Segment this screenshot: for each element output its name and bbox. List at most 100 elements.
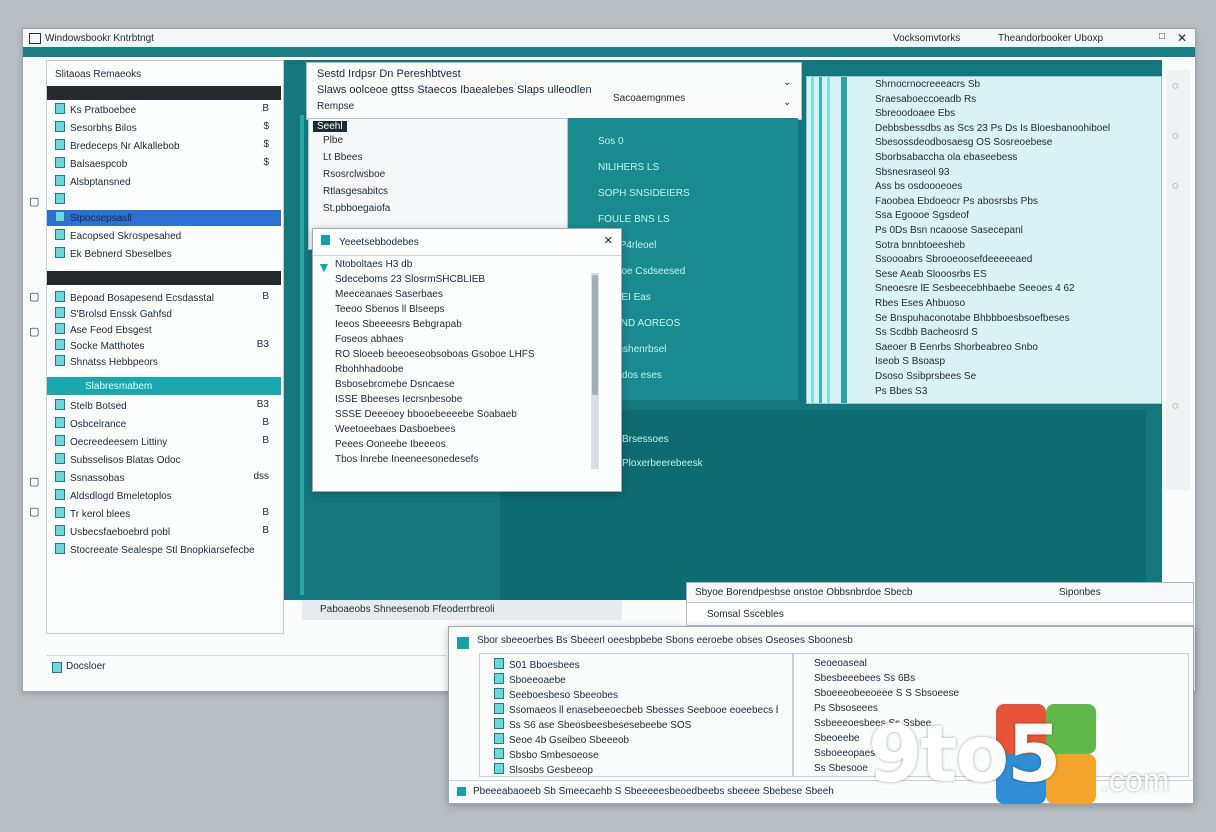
close-icon[interactable]: ✕ [1177,31,1187,45]
dialog-line-label: Teeoo Sbenos ll Blseeps [335,304,445,315]
right-panel-line: Ass bs osdoooeoes [875,181,1145,196]
dropdown-line2: Slaws oolceoe gttss Staecos Ibaealebes S… [317,84,592,96]
sidebar-item-label: Sltplhesbor [70,195,121,206]
dialog-line[interactable]: Foseos abhaes [335,334,579,349]
dialog-scrollbar[interactable] [591,273,599,469]
sidebar-item[interactable]: Balsaespcob $ [55,157,273,172]
bottom-left-item[interactable]: Ss S6 ase Sbeosbeesbesesebeebe SOS [494,718,778,733]
dialog-line[interactable]: SSSE Deeeoey bbooebeeeebe Soabaeb [335,409,579,424]
bottom-right-item-label: Sboeeeobeeoeee S S Sbsoeese [814,688,960,699]
bottom-right-item-label: Sbesbeeebees Ss 6Bs [814,673,916,684]
sidebar-item-value: B [262,103,269,114]
dialog-line[interactable]: Bsbosebrcmebe Dsncaese [335,379,579,394]
sidebar-item[interactable]: Osbcelrance B [55,417,273,432]
sidebar-item[interactable]: Sltplhesbor [55,193,273,208]
teal-line-label: NILIHERS LS [598,162,660,173]
mid-list-item[interactable]: Rtlasgesabitcs [323,186,547,201]
sidebar-item[interactable]: Usbecsfaeboebrd pobl B [55,525,273,540]
sidebar-item[interactable]: Alsbptansned [55,175,273,190]
mid-list-item[interactable]: Rsosrclwsboe [323,169,547,184]
right-panel-line: Ss Scdbb Bacheosrd S [875,327,1145,342]
bottom-left-item[interactable]: Slsosbs Gesbeeop [494,763,778,778]
sidebar-item[interactable]: Ek Bebnerd Sbeselbes [55,247,273,262]
sidebar-item-value: dss [253,471,269,482]
chevron-down-icon[interactable]: ⌄ [783,77,791,88]
dialog-line[interactable]: Rbohhhadoobe [335,364,579,379]
sidebar-item[interactable]: Sesorbhs Bilos $ [55,121,273,136]
sidebar-item[interactable]: Eacopsed Skrospesahed [55,229,273,244]
dialog-line[interactable]: Tbos Inrebe Ineeneesonedesefs [335,454,579,469]
left-toolstrip: ▢ ▢ ▢ ▢ ▢ [24,60,44,620]
dialog-line-label: Meeceanaes Saserbaes [335,289,443,300]
sidebar-item[interactable]: Ks Pratboebee B [55,103,273,118]
right-panel-line-label: Debbsbessdbs as Scs 23 Ps Ds Is Bloesban… [875,122,1111,134]
bottom-right-item[interactable]: Sbesbeeebees Ss 6Bs [814,673,1178,688]
tool-icon-r4[interactable]: ◌ [1172,400,1179,412]
dialog-line[interactable]: Sdeceboms 23 SlosrmSHCBLIEB [335,274,579,289]
mid-tab[interactable]: Seehl [313,121,347,132]
bottom-left-item[interactable]: Ssomaeos ll enasebeeoecbeb Sbesses Seebo… [494,703,778,718]
sidebar-item[interactable]: Subsselisos Blatas Odoc [55,453,273,468]
dialog-title: Yeeetsebbodebes [339,237,419,248]
dialog-line[interactable]: Teeoo Sbenos ll Blseeps [335,304,579,319]
tool-icon-4[interactable]: ▢ [29,475,39,488]
sidebar-item[interactable]: Bredeceps Nr Alkallebob $ [55,139,273,154]
mid-list-item[interactable]: Lt Bbees [323,152,547,167]
maximize-icon[interactable]: □ [1159,31,1165,42]
dialog-line-label: Ieeos Sbeeeesrs Bebgrapab [335,319,462,330]
sidebar-item-value: B [262,525,269,536]
mid-list-item[interactable]: St.pbboegaiofa [323,203,547,218]
dialog: Yeeetsebbodebes ✕ ▼ Ntoboltaes H3 db Sdec… [312,228,622,492]
dialog-line[interactable]: Meeceanaes Saserbaes [335,289,579,304]
bottom-subtitle: Somsal Sscebles [707,609,784,620]
bottom-right-item[interactable]: Seoeoaseal [814,658,1178,673]
logo-suffix: .com [1100,762,1170,798]
sidebar-item[interactable]: Bepoad Bosapesend Ecsdasstal B [55,291,273,306]
dialog-line[interactable]: Ntoboltaes H3 db [335,259,579,274]
sidebar-item[interactable]: Stelb Botsed B3 [55,399,273,414]
dialog-line[interactable]: Weetoeebaes Dasboebees [335,424,579,439]
sidebar-item[interactable]: Stocreeate Sealespe Stl Bnopkiarsefecbe [55,543,273,558]
tool-icon-r3[interactable]: ◌ [1172,180,1179,192]
sidebar-item[interactable]: S'Brolsd Enssk Gahfsd [55,307,273,322]
sidebar-item[interactable]: Shnatss Hebbpeors [55,355,273,370]
tool-icon-5[interactable]: ▢ [29,505,39,518]
right-panel-line: Sborbsabaccha ola ebaseebess [875,152,1145,167]
dialog-line[interactable]: RO Sloeeb beeoeseobsoboas Gsoboe LHFS [335,349,579,364]
item-icon [55,247,65,258]
sidebar-item[interactable]: Oecreedeesem Littiny B [55,435,273,450]
sidebar-item[interactable]: Stpocsepsasll [55,211,273,226]
sidebar-item[interactable]: Ssnassobas dss [55,471,273,486]
tool-icon-r1[interactable]: ◌ [1172,80,1179,92]
sidebar-item[interactable]: Ase Feod Ebsgest [55,323,273,338]
chevron-down-icon-2[interactable]: ⌄ [783,97,791,108]
dialog-line[interactable]: Peees Ooneebe Ibeeeos [335,439,579,454]
right-panel-stripe-1 [811,77,814,403]
item-icon [55,291,65,302]
bottom-left-item[interactable]: Seoe 4b Gseibeo Sbeeeob [494,733,778,748]
dropdown-extra[interactable]: Sacoaemgnmes [613,93,685,104]
bottom-left-item[interactable]: Sbsbo Smbesoeose [494,748,778,763]
bottom-left-item[interactable]: S01 Bboesbees [494,658,778,673]
dialog-scroll-thumb[interactable] [592,275,598,395]
tool-icon-r2[interactable]: ◌ [1172,130,1179,142]
sidebar-item-value: B [262,507,269,518]
tool-icon-1[interactable]: ▢ [29,195,39,208]
bottom-left-item[interactable]: Sboeeoaebe [494,673,778,688]
tool-icon-3[interactable]: ▢ [29,325,39,338]
mid-list-item[interactable]: Plbe [323,135,547,150]
sidebar-item-label: S'Brolsd Enssk Gahfsd [70,309,172,320]
bottom-right-item[interactable]: Sboeeeobeeoeee S S Sbsoeese [814,688,1178,703]
tool-icon-2[interactable]: ▢ [29,290,39,303]
right-panel-line: Shrnocrnocreeeacrs Sb [875,79,1145,94]
dialog-line[interactable]: Ieeos Sbeeeesrs Bebgrapab [335,319,579,334]
sidebar-item[interactable]: Aldsdlogd Bmeletoplos [55,489,273,504]
bottom-left-item[interactable]: Seeboesbeso Sbeeobes [494,688,778,703]
item-icon [55,453,65,464]
sidebar-item[interactable]: Socke Matthotes B3 [55,339,273,354]
right-panel-line-label: Faoobea Ebdoeocr Ps abosrsbs Pbs [875,195,1038,207]
sidebar-item[interactable]: Tr kerol blees B [55,507,273,522]
right-panel-line-label: Iseob S Bsoasp [875,356,946,368]
close-icon[interactable]: ✕ [604,234,613,247]
dialog-line[interactable]: ISSE Bbeeses Iecrsnbesobe [335,394,579,409]
